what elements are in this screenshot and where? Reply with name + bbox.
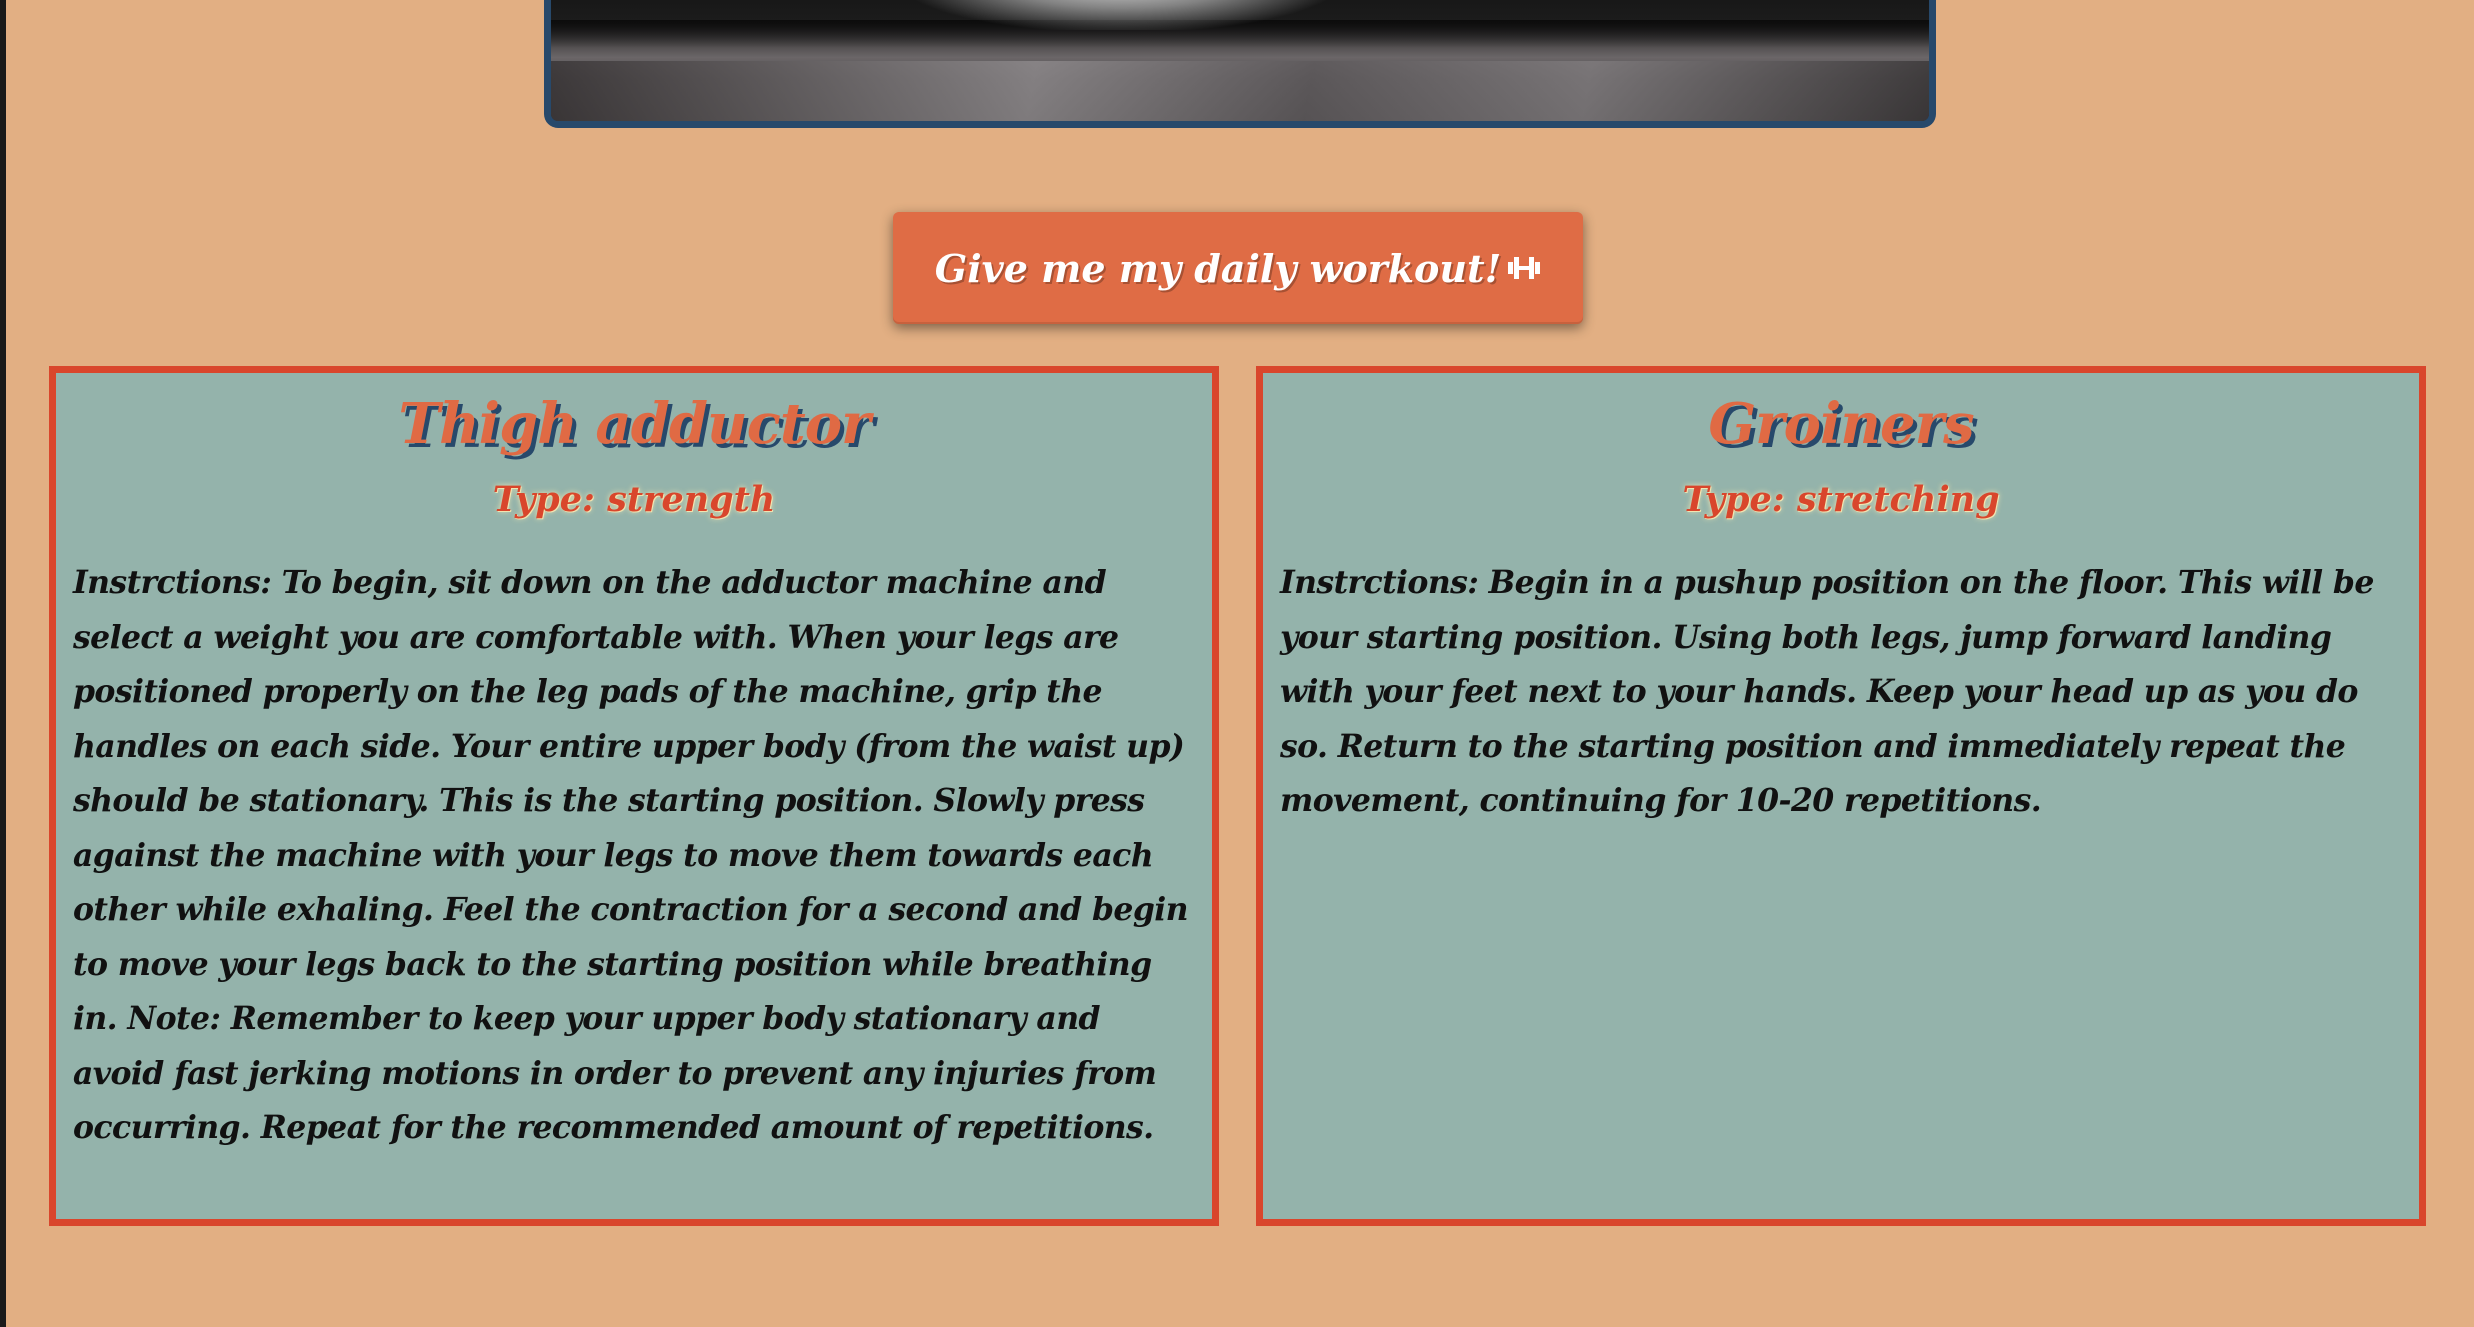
exercise-instructions: Instrctions: Begin in a pushup position … (1280, 564, 2374, 819)
daily-workout-button-label: Give me my daily workout! (934, 245, 1502, 291)
hero-image-highlight (911, 0, 1331, 30)
hero-image (544, 0, 1936, 128)
page: Give me my daily workout! Thigh adductor… (6, 0, 2474, 1327)
exercise-type: Type: strength (492, 479, 776, 520)
exercise-type: Type: stretching (1682, 479, 2000, 520)
exercise-instructions: Instrctions: To begin, sit down on the a… (73, 564, 1189, 1146)
daily-workout-button[interactable]: Give me my daily workout! (893, 212, 1583, 324)
exercise-card-groiners: Groiners Type: stretching Instrctions: B… (1256, 366, 2426, 1226)
exercise-title: Groiners (1708, 391, 1974, 457)
exercise-title: Thigh adductor (398, 391, 870, 457)
hero-image-floor (551, 61, 1929, 121)
exercise-card-thigh-adductor: Thigh adductor Type: strength Instrction… (49, 366, 1219, 1226)
dumbbell-icon (1507, 253, 1541, 283)
